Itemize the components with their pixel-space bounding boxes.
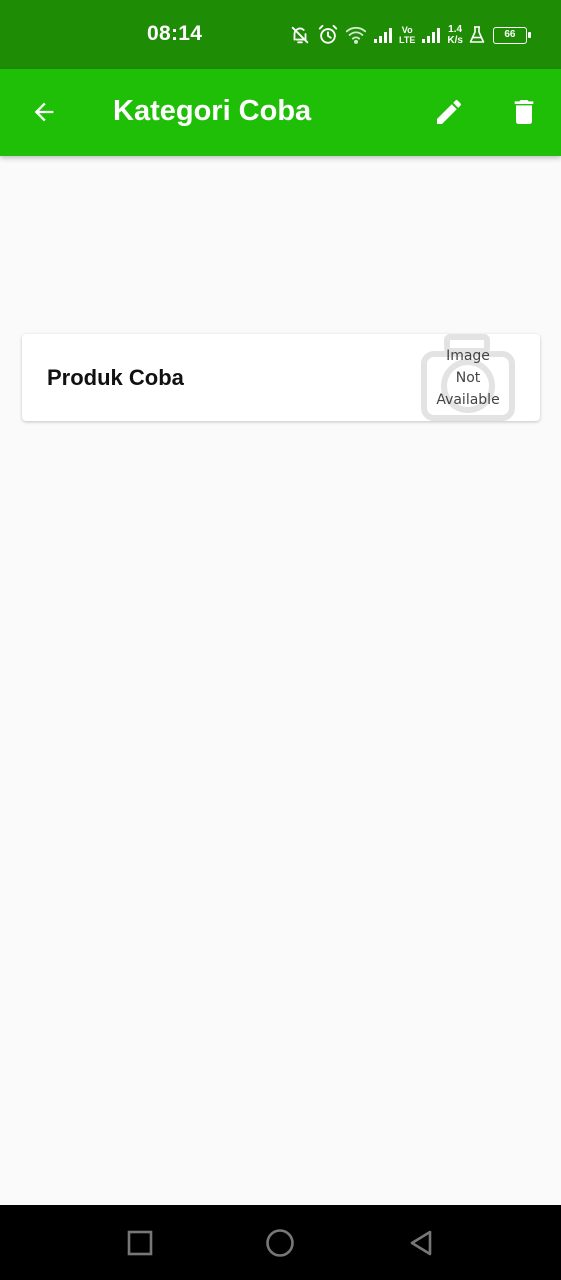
bell-off-icon xyxy=(291,26,309,44)
signal-icon xyxy=(422,28,441,43)
back-button[interactable] xyxy=(20,88,68,136)
product-card[interactable]: Produk Coba Image Not Available xyxy=(22,334,540,421)
network-speed: 1.4 K/s xyxy=(447,24,463,46)
recent-apps-button[interactable] xyxy=(120,1223,160,1263)
home-icon xyxy=(266,1229,294,1257)
recent-apps-icon xyxy=(127,1230,153,1256)
volte-indicator: Vo LTE xyxy=(399,25,416,45)
flask-icon xyxy=(469,26,485,43)
back-icon xyxy=(410,1230,432,1256)
product-name: Produk Coba xyxy=(47,365,184,390)
alarm-icon xyxy=(318,24,338,44)
trash-icon xyxy=(514,100,534,124)
image-not-available-text: Image Not Available xyxy=(436,348,500,408)
edit-button[interactable] xyxy=(425,88,473,136)
status-bar: 08:14 Vo LTE 1.4 K/s 66 xyxy=(0,0,561,69)
battery-icon: 66 xyxy=(492,26,531,44)
status-time: 08:14 xyxy=(147,22,203,45)
home-button[interactable] xyxy=(260,1223,300,1263)
product-image-placeholder: Image Not Available xyxy=(420,334,516,421)
back-nav-button[interactable] xyxy=(401,1223,441,1263)
status-icons: Vo LTE 1.4 K/s 66 xyxy=(289,20,531,50)
navigation-bar xyxy=(0,1205,561,1280)
app-bar: Kategori Coba xyxy=(0,69,561,156)
battery-level: 66 xyxy=(504,28,516,40)
signal-icon xyxy=(374,28,392,43)
page-title: Kategori Coba xyxy=(113,95,312,127)
wifi-icon xyxy=(345,26,367,44)
delete-button[interactable] xyxy=(500,88,548,136)
arrow-back-icon xyxy=(34,102,54,122)
pencil-icon xyxy=(437,99,462,124)
